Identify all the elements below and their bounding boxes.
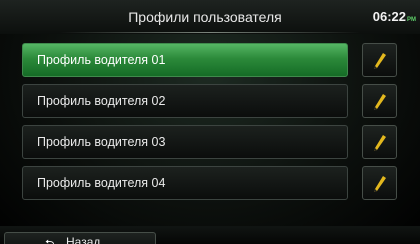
back-label: Назад xyxy=(66,235,101,244)
profile-button-3[interactable]: Профиль водителя 03 xyxy=(22,125,348,159)
pencil-icon xyxy=(374,135,386,151)
page-title: Профили пользователя xyxy=(128,9,282,25)
title-underline xyxy=(60,32,360,33)
pencil-icon xyxy=(374,94,386,110)
profile-row-4: Профиль водителя 04 xyxy=(22,166,412,200)
profile-button-2[interactable]: Профиль водителя 02 xyxy=(22,84,348,118)
profile-button-1[interactable]: Профиль водителя 01 xyxy=(22,43,348,77)
profile-list: Профиль водителя 01 Профиль водителя 02 … xyxy=(22,43,412,207)
profile-row-1: Профиль водителя 01 xyxy=(22,43,412,77)
edit-profile-2-button[interactable] xyxy=(362,84,397,118)
edit-profile-1-button[interactable] xyxy=(362,43,397,77)
clock: 06:22PM xyxy=(373,9,416,24)
pencil-icon xyxy=(374,176,386,192)
pencil-icon xyxy=(374,53,386,69)
clock-time: 06:22 xyxy=(372,9,406,24)
back-button[interactable]: ⮌ Назад xyxy=(4,232,156,244)
clock-ampm: PM xyxy=(407,17,416,23)
edit-profile-4-button[interactable] xyxy=(362,166,397,200)
profiles-screen: Профили пользователя 06:22PM Профиль вод… xyxy=(0,0,420,244)
profile-row-3: Профиль водителя 03 xyxy=(22,125,412,159)
profile-button-4[interactable]: Профиль водителя 04 xyxy=(22,166,348,200)
back-arrow-icon: ⮌ xyxy=(45,237,55,244)
profile-row-2: Профиль водителя 02 xyxy=(22,84,412,118)
header-bar: Профили пользователя 06:22PM xyxy=(0,0,420,34)
edit-profile-3-button[interactable] xyxy=(362,125,397,159)
